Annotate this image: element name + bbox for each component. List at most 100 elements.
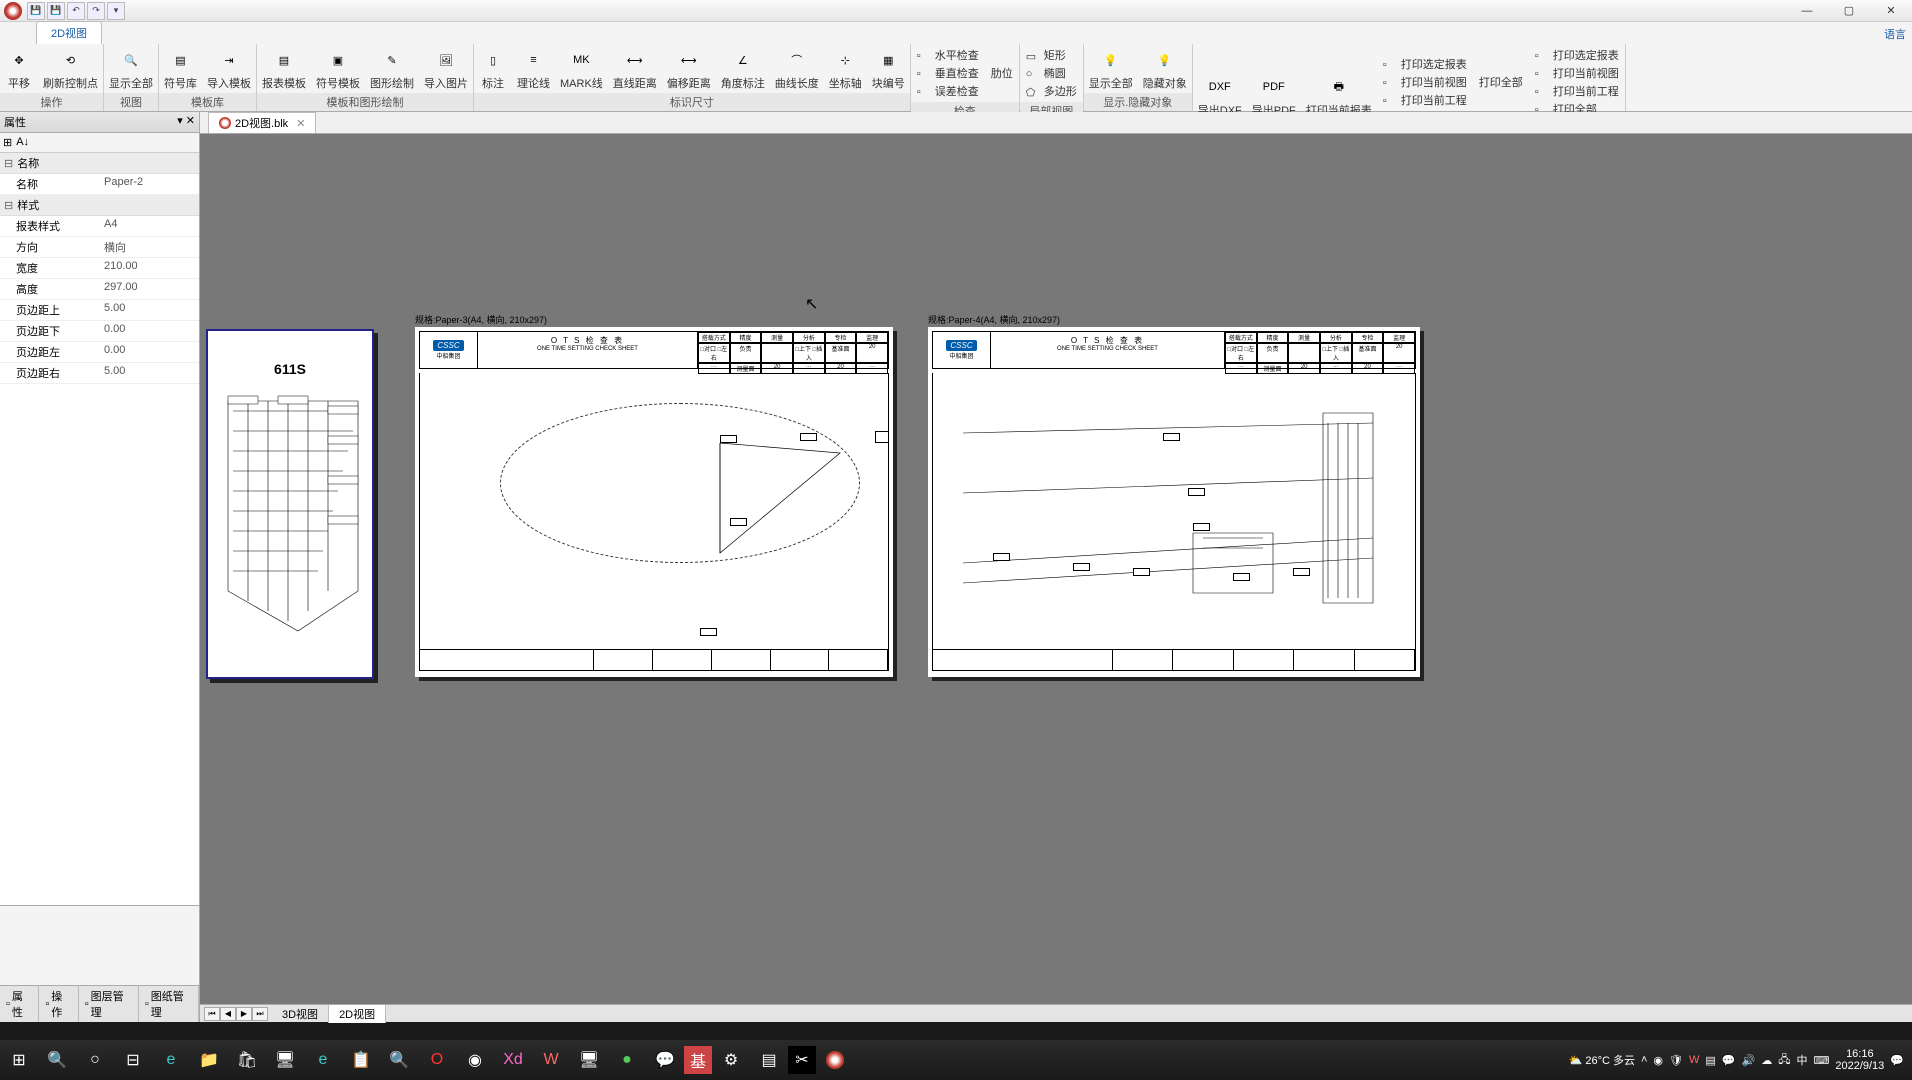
- search2-icon[interactable]: 🔍: [380, 1041, 418, 1079]
- qat-undo[interactable]: ↶: [67, 2, 85, 20]
- prop-row[interactable]: 页边距下0.00: [0, 321, 199, 342]
- polygon-button[interactable]: ⬠多边形: [1026, 82, 1077, 100]
- prop-category[interactable]: 样式: [0, 195, 199, 216]
- prop-value[interactable]: 297.00: [100, 279, 199, 299]
- sheet-paper2[interactable]: 611S: [206, 329, 374, 679]
- cortana-button[interactable]: ○: [76, 1041, 114, 1079]
- tray-icon[interactable]: ☁: [1761, 1054, 1772, 1067]
- print-view-button[interactable]: ▫打印当前视图: [1383, 73, 1467, 91]
- qat-save[interactable]: 💾: [27, 2, 45, 20]
- prop-cat-icon[interactable]: ⊞: [3, 136, 12, 149]
- ribbon-tab-2dview[interactable]: 2D视图: [36, 21, 102, 44]
- symbol-lib-button[interactable]: ▤符号库: [159, 44, 202, 93]
- export-pdf-button[interactable]: PDF导出PDF: [1247, 44, 1301, 120]
- search-button[interactable]: 🔍: [38, 1041, 76, 1079]
- qat-more[interactable]: ▾: [107, 2, 125, 20]
- window-maximize[interactable]: ▢: [1828, 1, 1870, 21]
- theory-line-button[interactable]: ≡理论线: [512, 44, 555, 93]
- report-tpl-button[interactable]: ▤报表模板: [257, 44, 311, 93]
- opera-icon[interactable]: O: [418, 1041, 456, 1079]
- doc-tab-close-icon[interactable]: ✕: [296, 117, 305, 130]
- show-all2-button[interactable]: 💡显示全部: [1084, 44, 1138, 93]
- tray-icon[interactable]: W: [1689, 1054, 1699, 1066]
- prop-row[interactable]: 页边距右5.00: [0, 363, 199, 384]
- edge-icon[interactable]: e: [152, 1041, 190, 1079]
- nav-button[interactable]: ⏭: [252, 1007, 268, 1021]
- draw-shape-button[interactable]: ✎图形绘制: [365, 44, 419, 93]
- show-all-button[interactable]: 🔍显示全部: [104, 44, 158, 93]
- rect-button[interactable]: ▭矩形: [1026, 46, 1077, 64]
- prop-category[interactable]: 名称: [0, 153, 199, 174]
- current-app-icon[interactable]: [816, 1041, 854, 1079]
- prop-value[interactable]: 0.00: [100, 342, 199, 362]
- prop-tab-0[interactable]: ▫属性: [0, 986, 39, 1022]
- prop-value[interactable]: 210.00: [100, 258, 199, 278]
- xd-icon[interactable]: Xd: [494, 1041, 532, 1079]
- prop-value[interactable]: 0.00: [100, 321, 199, 341]
- prop-row[interactable]: 方向横向: [0, 237, 199, 258]
- print-report-button[interactable]: 🖶打印当前报表: [1301, 44, 1377, 120]
- import-img-button[interactable]: 🖼导入图片: [419, 44, 473, 93]
- sheet-paper3[interactable]: 规格:Paper-3(A4, 横向, 210x297) CSSC 中船集团 O …: [415, 327, 893, 677]
- taskview-button[interactable]: ⊟: [114, 1041, 152, 1079]
- prop-row[interactable]: 页边距上5.00: [0, 300, 199, 321]
- wps-icon[interactable]: W: [532, 1041, 570, 1079]
- window-minimize[interactable]: —: [1786, 1, 1828, 21]
- settings-icon[interactable]: ⚙: [712, 1041, 750, 1079]
- annotate-button[interactable]: ▯标注: [474, 44, 512, 93]
- prop-value[interactable]: 5.00: [100, 300, 199, 320]
- import-tpl-button[interactable]: ⇥导入模板: [202, 44, 256, 93]
- tray-chevron-icon[interactable]: ˄: [1641, 1054, 1647, 1066]
- sheet-paper4[interactable]: 规格:Paper-4(A4, 横向, 210x297) CSSC 中船集团 O …: [928, 327, 1420, 677]
- canvas[interactable]: ↖ 611S: [200, 134, 1912, 1004]
- prop-value[interactable]: Paper-2: [100, 174, 199, 194]
- h-check-button[interactable]: ▫水平检查: [917, 46, 979, 64]
- document-tab-2dview[interactable]: 2D视图.blk ✕: [208, 112, 316, 133]
- notifications-icon[interactable]: 💬: [1890, 1054, 1904, 1067]
- pan-button[interactable]: ✥平移: [0, 44, 38, 93]
- tray-icon[interactable]: ▤: [1705, 1054, 1715, 1067]
- prop-sort-icon[interactable]: A↓: [16, 136, 29, 149]
- prop-row[interactable]: 宽度210.00: [0, 258, 199, 279]
- tray-icon[interactable]: 🛡: [1669, 1054, 1683, 1067]
- nav-button[interactable]: ▶: [236, 1007, 252, 1021]
- wechat-icon[interactable]: 💬: [646, 1041, 684, 1079]
- angle-button[interactable]: ∠角度标注: [716, 44, 770, 93]
- prop-tab-2[interactable]: ▫图层管理: [79, 986, 139, 1022]
- clock[interactable]: 16:16 2022/9/13: [1835, 1048, 1884, 1072]
- prop-row[interactable]: 报表样式A4: [0, 216, 199, 237]
- ellipse-button[interactable]: ○椭圆: [1026, 64, 1077, 82]
- prop-value[interactable]: A4: [100, 216, 199, 236]
- qat-save2[interactable]: 💾: [47, 2, 65, 20]
- prop-value[interactable]: 横向: [100, 237, 199, 257]
- prop-tab-3[interactable]: ▫图纸管理: [139, 986, 199, 1022]
- h-dist-button[interactable]: ⟷直线距离: [608, 44, 662, 93]
- prop-row[interactable]: 页边距左0.00: [0, 342, 199, 363]
- ie-icon[interactable]: e: [304, 1041, 342, 1079]
- print-sel-button[interactable]: ▫打印选定报表: [1383, 55, 1467, 73]
- prop-tab-1[interactable]: ▫操作: [39, 986, 78, 1022]
- refresh-ctrl-button[interactable]: ⟲刷新控制点: [38, 44, 103, 93]
- app-icon[interactable]: 📋: [342, 1041, 380, 1079]
- keyboard-icon[interactable]: ⌨: [1813, 1054, 1829, 1067]
- nav-button[interactable]: ⏮: [204, 1007, 220, 1021]
- app-icon[interactable]: ▤: [750, 1041, 788, 1079]
- app-icon[interactable]: 🖥: [266, 1041, 304, 1079]
- start-button[interactable]: ⊞: [0, 1041, 38, 1079]
- store-icon[interactable]: 🛍: [228, 1041, 266, 1079]
- v-check-button[interactable]: ▫垂直检查: [917, 64, 979, 82]
- app-icon[interactable]: ●: [608, 1041, 646, 1079]
- block-no-button[interactable]: ▦块编号: [867, 44, 910, 93]
- print-view-button[interactable]: ▫打印当前视图: [1535, 64, 1619, 82]
- extra-button[interactable]: 打印全部: [1479, 73, 1523, 91]
- language-link[interactable]: 语言: [1884, 26, 1906, 42]
- app-icon[interactable]: 🖥: [570, 1041, 608, 1079]
- view-tab-2d[interactable]: 2D视图: [329, 1005, 386, 1023]
- properties-close-icon[interactable]: ▾ ✕: [177, 114, 195, 130]
- ime-icon[interactable]: 中: [1796, 1052, 1807, 1068]
- print-sel-button[interactable]: ▫打印选定报表: [1535, 46, 1619, 64]
- nav-button[interactable]: ◀: [220, 1007, 236, 1021]
- tray-icon[interactable]: ◉: [1653, 1054, 1663, 1067]
- offset-dist-button[interactable]: ⟷偏移距离: [662, 44, 716, 93]
- qat-redo[interactable]: ↷: [87, 2, 105, 20]
